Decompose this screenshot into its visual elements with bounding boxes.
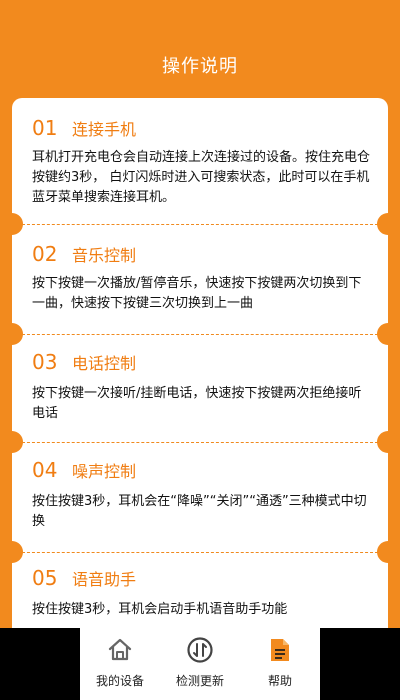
right-notch: [377, 431, 399, 453]
left-notch: [1, 213, 23, 235]
section-title: 连接手机: [72, 120, 137, 139]
bottom-tab-bar: 我的设备 检测更新 帮助: [80, 628, 320, 700]
dashed-divider: [22, 552, 378, 553]
tab-my-devices[interactable]: 我的设备: [80, 628, 160, 700]
left-notch: [1, 541, 23, 563]
section-body: 按下按键一次接听/挂断电话，快速按下按键两次拒绝接听电话: [32, 386, 362, 421]
section-number: 05: [32, 566, 58, 590]
dashed-divider: [22, 442, 378, 443]
section-title: 音乐控制: [72, 246, 137, 265]
left-notch: [1, 323, 23, 345]
right-notch: [377, 323, 399, 345]
left-notch: [1, 431, 23, 453]
right-notch: [377, 213, 399, 235]
section-body: 按住按键3秒，耳机会启动手机语音助手功能: [32, 602, 288, 617]
section-number: 03: [32, 350, 58, 374]
section-number: 02: [32, 242, 58, 266]
tab-label: 检测更新: [175, 674, 224, 688]
main-screen: 操作说明 01 连接手机 耳机打开充电仓会自动连接上次连接过的设备。按住充电仓按…: [0, 0, 400, 628]
tab-label: 我的设备: [95, 674, 144, 688]
section-title: 语音助手: [72, 570, 137, 589]
instructions-card[interactable]: 01 连接手机 耳机打开充电仓会自动连接上次连接过的设备。按住充电仓按键约3秒，…: [12, 98, 388, 628]
update-icon: [186, 636, 214, 664]
section-title: 电话控制: [72, 354, 137, 373]
right-notch: [377, 541, 399, 563]
section-title: 噪声控制: [72, 462, 137, 481]
page-title: 操作说明: [162, 56, 238, 77]
section-body: 按下按键一次播放/暂停音乐，快速按下按键两次切换到下一曲，快速按下按键三次切换到…: [32, 276, 362, 311]
dashed-divider: [22, 334, 378, 335]
section-body: 按住按键3秒，耳机会在“降噪”“关闭”“通透”三种模式中切换: [32, 494, 367, 529]
tab-help[interactable]: 帮助: [240, 628, 320, 700]
dashed-divider: [22, 224, 378, 225]
section-number: 01: [32, 116, 58, 140]
section-body: 耳机打开充电仓会自动连接上次连接过的设备。按住充电仓按键约3秒， 白灯闪烁时进入…: [32, 150, 371, 205]
tab-label: 帮助: [267, 674, 292, 688]
home-icon: [106, 636, 134, 664]
section-number: 04: [32, 458, 58, 482]
document-icon: [266, 636, 294, 664]
tab-check-update[interactable]: 检测更新: [160, 628, 240, 700]
